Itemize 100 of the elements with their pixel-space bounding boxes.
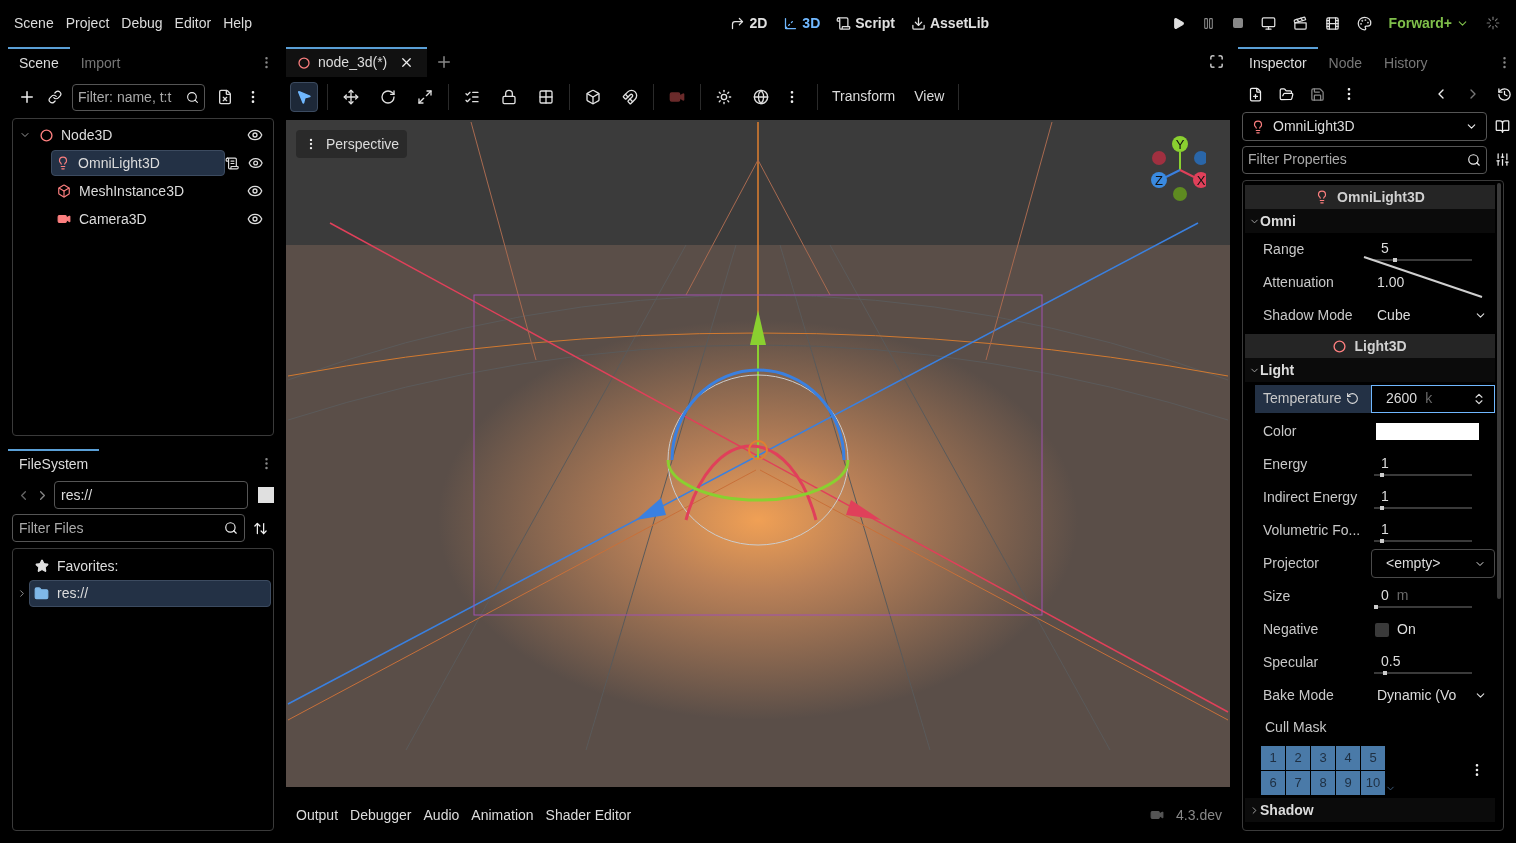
- dock-tab[interactable]: FileSystem: [8, 449, 100, 477]
- bottom-tab[interactable]: Output: [290, 804, 345, 826]
- workspace-button[interactable]: Script: [836, 12, 895, 34]
- axis-handle[interactable]: [1194, 151, 1206, 166]
- axis-2d-icon: [730, 15, 746, 31]
- dropdown[interactable]: Dynamic (Vo: [1371, 682, 1495, 709]
- menu-item[interactable]: Scene: [8, 12, 60, 34]
- path-field[interactable]: res://: [54, 481, 248, 509]
- group-header[interactable]: Shadow: [1245, 798, 1495, 822]
- magnet-icon: [622, 88, 638, 105]
- history-icon[interactable]: [1497, 86, 1512, 102]
- slider-thumb[interactable]: [1374, 604, 1378, 609]
- menu-item[interactable]: Help: [217, 12, 258, 34]
- tool-button[interactable]: [290, 81, 318, 112]
- dropdown[interactable]: Cube: [1371, 302, 1495, 329]
- link-icon[interactable]: [48, 90, 62, 104]
- monitor-icon[interactable]: [1260, 15, 1276, 31]
- dock-tab[interactable]: Node: [1317, 47, 1374, 77]
- dock-tab[interactable]: History: [1373, 47, 1439, 77]
- stop-icon[interactable]: [1231, 17, 1244, 29]
- class-header: Light3D: [1245, 334, 1495, 358]
- property-label: Projector: [1263, 554, 1320, 573]
- axis-handle[interactable]: [1173, 187, 1187, 202]
- visibility-icon[interactable]: [247, 183, 263, 199]
- folder-item[interactable]: res://: [29, 579, 271, 607]
- property-label: Energy: [1263, 455, 1308, 474]
- palette-icon[interactable]: [1356, 15, 1372, 31]
- filter-field[interactable]: Filter Files: [12, 514, 245, 542]
- tree-item[interactable]: Camera3D: [52, 206, 152, 232]
- node-selector[interactable]: OmniLight3D: [1242, 112, 1487, 141]
- sun-icon: [716, 88, 732, 105]
- scale-icon: [417, 88, 433, 105]
- class-header: OmniLight3D: [1245, 185, 1495, 209]
- pause-icon[interactable]: [1201, 16, 1215, 30]
- slider-thumb[interactable]: [1379, 538, 1384, 543]
- workspace-button[interactable]: AssetLib: [910, 12, 990, 34]
- property-value: 1: [1381, 520, 1389, 539]
- new-resource-icon[interactable]: [1248, 86, 1263, 102]
- fullscreen-icon[interactable]: [1209, 54, 1224, 70]
- workspace-button[interactable]: 2D: [730, 12, 768, 34]
- docs-icon[interactable]: [1495, 119, 1510, 134]
- sort-icon[interactable]: [253, 520, 268, 536]
- gizmo-axis-lines: [1165, 151, 1195, 179]
- checkbox[interactable]: [1375, 622, 1389, 637]
- visibility-icon[interactable]: [247, 211, 263, 227]
- circle-icon: [298, 56, 310, 69]
- axis-handle[interactable]: Z: [1151, 172, 1167, 189]
- settings-icon[interactable]: [1495, 152, 1510, 167]
- property-label: Range: [1263, 240, 1305, 259]
- script-remove-icon[interactable]: [217, 89, 233, 105]
- dock-tab[interactable]: Import: [69, 47, 132, 77]
- menu-item[interactable]: Project: [59, 12, 116, 34]
- move-icon: [343, 88, 359, 105]
- renderer-dropdown[interactable]: Forward+: [1388, 12, 1469, 34]
- star-icon: [35, 559, 49, 573]
- script-icon[interactable]: [225, 155, 240, 171]
- spin-box[interactable]: 2600 k: [1371, 384, 1495, 413]
- cube-icon: [585, 88, 601, 105]
- open-folder-icon[interactable]: [1279, 86, 1294, 102]
- bottom-tab[interactable]: Debugger: [344, 804, 418, 826]
- film-icon[interactable]: [1324, 15, 1340, 31]
- filter-field[interactable]: Filter: name, t:t: [72, 83, 205, 111]
- axis-handle[interactable]: X: [1193, 172, 1206, 189]
- visibility-icon[interactable]: [247, 155, 263, 171]
- axis-handle[interactable]: [1152, 151, 1166, 166]
- dock-tab[interactable]: Inspector: [1238, 47, 1318, 77]
- view-toggle-icon[interactable]: [258, 487, 274, 503]
- clapperboard-icon[interactable]: [1292, 15, 1308, 31]
- group-header[interactable]: Light: [1245, 358, 1495, 382]
- filter-field[interactable]: Filter Properties: [1242, 145, 1487, 174]
- scrollbar-thumb[interactable]: [1497, 183, 1501, 599]
- menu-button[interactable]: View: [909, 86, 950, 108]
- tree-item[interactable]: MeshInstance3D: [52, 178, 190, 204]
- visibility-icon[interactable]: [247, 127, 263, 143]
- workspace-button[interactable]: 3D: [783, 12, 821, 34]
- menu-item[interactable]: Editor: [168, 12, 218, 34]
- slider-thumb[interactable]: [1383, 670, 1388, 675]
- bottom-tab[interactable]: Animation: [465, 804, 540, 826]
- menu-item[interactable]: Debug: [115, 12, 169, 34]
- resource-picker[interactable]: <empty>: [1371, 549, 1495, 578]
- slider-thumb[interactable]: [1392, 257, 1397, 262]
- bottom-tab[interactable]: Shader Editor: [539, 804, 638, 826]
- bottom-tab[interactable]: Audio: [417, 804, 466, 826]
- globe-icon: [753, 88, 769, 105]
- revert-icon[interactable]: [1345, 392, 1359, 405]
- color-swatch[interactable]: [1376, 423, 1479, 440]
- document-tab[interactable]: node_3d(*): [286, 46, 427, 77]
- save-icon[interactable]: [1310, 86, 1325, 102]
- slider-thumb[interactable]: [1379, 472, 1384, 477]
- tree-item[interactable]: OmniLight3D: [51, 150, 226, 176]
- axis-handle[interactable]: Y: [1172, 136, 1188, 153]
- view-menu-button[interactable]: Perspective: [296, 130, 408, 159]
- dock-tab[interactable]: Scene: [8, 47, 70, 77]
- menu-button[interactable]: Transform: [827, 86, 901, 108]
- group-header[interactable]: Omni: [1245, 209, 1495, 233]
- slider-thumb[interactable]: [1379, 505, 1384, 510]
- transform-gizmo[interactable]: [636, 310, 881, 546]
- add-icon[interactable]: [18, 88, 36, 106]
- tree-item[interactable]: Node3D: [35, 122, 118, 148]
- play-icon[interactable]: [1171, 16, 1185, 30]
